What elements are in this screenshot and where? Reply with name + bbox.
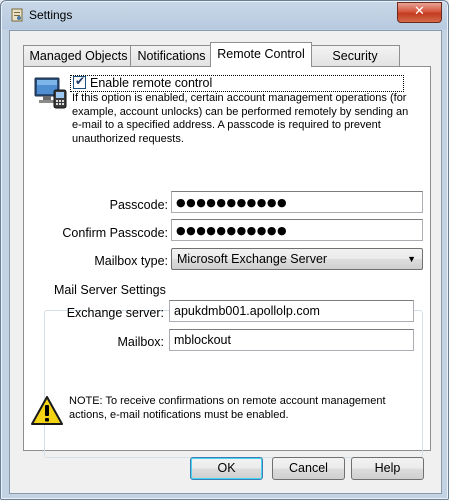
confirm-passcode-field[interactable]: ●●●●●●●●●●● [171,219,423,241]
close-button[interactable]: ✕ [397,2,442,23]
settings-app-icon [11,8,23,22]
tab-notifications[interactable]: Notifications [130,45,213,66]
window-title: Settings [29,8,73,22]
mail-server-group-title: Mail Server Settings [50,283,170,297]
exchange-server-value: apukdmb001.apollolp.com [174,304,320,318]
dialog-client-area: Managed Objects Notifications Remote Con… [9,30,442,494]
enable-remote-label[interactable]: Enable remote control [90,76,212,90]
tab-managed-objects[interactable]: Managed Objects [23,45,134,66]
mailbox-value: mblockout [174,333,231,347]
remote-monitor-icon [34,77,67,109]
mailbox-field[interactable]: mblockout [169,329,414,351]
warning-icon [31,396,63,425]
tab-security-roles[interactable]: Security Roles [310,45,400,83]
checkmark-icon: ✔ [75,74,86,88]
passcode-label: Passcode: [109,198,168,212]
settings-window: Settings ✕ Managed Objects Notifications… [0,0,449,500]
note-text: NOTE: To receive confirmations on remote… [69,395,386,421]
title-bar[interactable]: Settings ✕ [1,1,448,29]
tab-remote-control[interactable]: Remote Control [210,42,312,67]
cancel-button[interactable]: Cancel [272,457,345,480]
confirm-passcode-value: ●●●●●●●●●●● [176,224,288,237]
help-button[interactable]: Help [351,457,424,480]
close-icon: ✕ [414,4,425,19]
exchange-server-label: Exchange server: [66,306,164,320]
mailbox-type-dropdown[interactable]: Microsoft Exchange Server ▼ [171,248,423,270]
tab-label: Managed Objects [29,49,128,63]
enable-remote-checkbox[interactable]: ✔ [73,74,86,89]
ok-button[interactable]: OK [190,457,263,480]
exchange-server-field[interactable]: apukdmb001.apollolp.com [169,300,414,322]
remote-description: If this option is enabled, certain accou… [72,92,409,145]
remote-control-panel: ✔ Enable remote control If this option i… [23,66,431,458]
tab-label: Remote Control [217,47,305,61]
mailbox-label: Mailbox: [117,335,164,349]
mailbox-type-label: Mailbox type: [94,254,168,268]
passcode-field[interactable]: ●●●●●●●●●●● [171,191,423,213]
dropdown-arrow-icon: ▼ [407,254,416,264]
tab-label: Notifications [137,49,206,63]
passcode-value: ●●●●●●●●●●● [176,196,288,209]
confirm-passcode-label: Confirm Passcode: [62,226,168,240]
mailbox-type-value: Microsoft Exchange Server [177,252,328,266]
